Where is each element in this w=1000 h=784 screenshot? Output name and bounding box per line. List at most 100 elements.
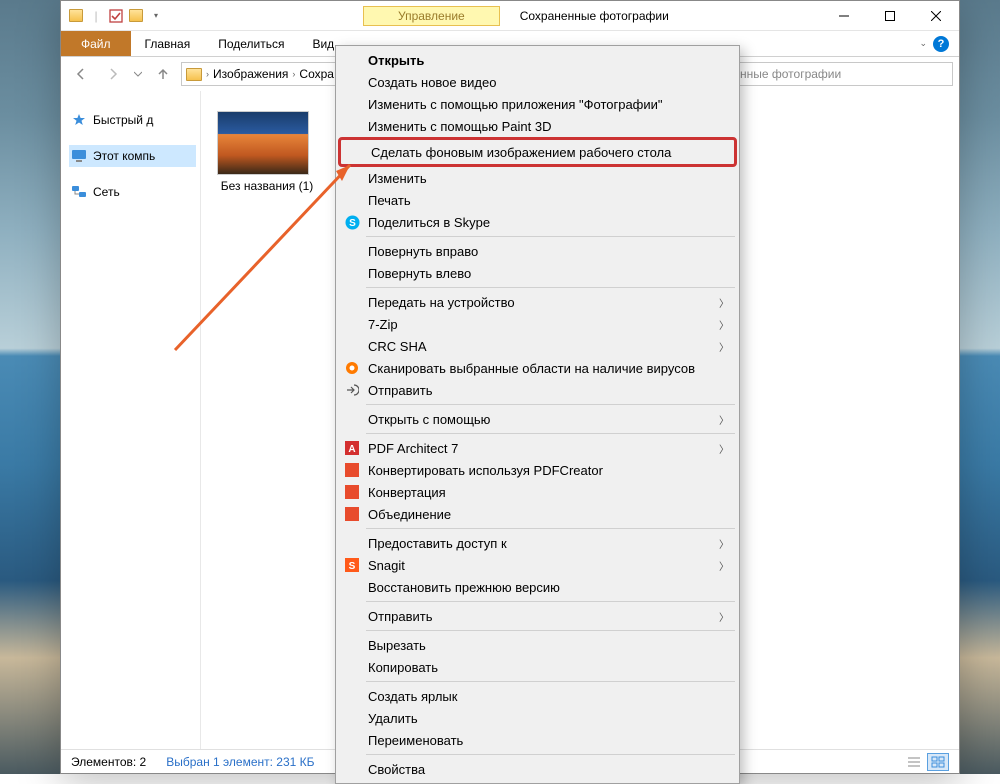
menu-open[interactable]: Открыть [338, 49, 737, 71]
menu-pdf-architect[interactable]: A PDF Architect 7〉 [338, 437, 737, 459]
nav-quick-access[interactable]: Быстрый д [69, 109, 196, 131]
chevron-right-icon: 〉 [719, 441, 729, 456]
menu-delete[interactable]: Удалить [338, 707, 737, 729]
menu-print[interactable]: Печать [338, 189, 737, 211]
new-folder-qat-icon[interactable] [129, 9, 143, 23]
svg-text:A: A [348, 444, 355, 455]
menu-share-skype[interactable]: S Поделиться в Skype [338, 211, 737, 233]
menu-rotate-left[interactable]: Повернуть влево [338, 262, 737, 284]
menu-edit[interactable]: Изменить [338, 167, 737, 189]
menu-separator [366, 681, 735, 682]
ribbon-tab-home[interactable]: Главная [131, 31, 205, 56]
menu-send-to[interactable]: Отправить〉 [338, 605, 737, 627]
menu-crcsha[interactable]: CRC SHA〉 [338, 335, 737, 357]
chevron-right-icon: 〉 [719, 295, 729, 310]
status-item-count: Элементов: 2 [71, 755, 146, 769]
menu-separator [366, 236, 735, 237]
chevron-right-icon: 〉 [719, 412, 729, 427]
monitor-icon [71, 148, 87, 164]
maximize-button[interactable] [867, 1, 913, 31]
menu-separator [366, 630, 735, 631]
skype-icon: S [344, 214, 360, 230]
share-icon [344, 382, 360, 398]
pdfcreator-icon [344, 462, 360, 478]
divider-icon: | [89, 9, 103, 23]
contextual-tab-label: Управление [363, 6, 500, 26]
menu-set-wallpaper[interactable]: Сделать фоновым изображением рабочего ст… [341, 141, 734, 163]
menu-open-with[interactable]: Открыть с помощью〉 [338, 408, 737, 430]
menu-create-shortcut[interactable]: Создать ярлык [338, 685, 737, 707]
menu-scan-virus[interactable]: Сканировать выбранные области на наличие… [338, 357, 737, 379]
menu-restore-version[interactable]: Восстановить прежнюю версию [338, 576, 737, 598]
menu-separator [366, 528, 735, 529]
menu-pdfcreator-convert2[interactable]: Конвертация [338, 481, 737, 503]
chevron-right-icon: 〉 [719, 339, 729, 354]
menu-new-video[interactable]: Создать новое видео [338, 71, 737, 93]
menu-7zip[interactable]: 7-Zip〉 [338, 313, 737, 335]
menu-cut[interactable]: Вырезать [338, 634, 737, 656]
search-placeholder: нные фотографии [740, 67, 841, 81]
menu-share[interactable]: Отправить [338, 379, 737, 401]
nav-forward-button[interactable] [99, 60, 127, 88]
menu-give-access[interactable]: Предоставить доступ к〉 [338, 532, 737, 554]
view-thumbnails-button[interactable] [927, 753, 949, 771]
file-label: Без названия (1) [217, 179, 317, 193]
nav-this-pc[interactable]: Этот компь [69, 145, 196, 167]
window-title: Сохраненные фотографии [520, 9, 669, 23]
menu-separator [366, 287, 735, 288]
help-icon[interactable]: ? [933, 36, 949, 52]
menu-separator [366, 601, 735, 602]
nav-history-dropdown[interactable] [131, 60, 145, 88]
snagit-icon: S [344, 557, 360, 573]
menu-edit-paint3d[interactable]: Изменить с помощью Paint 3D [338, 115, 737, 137]
star-icon [71, 112, 87, 128]
navigation-pane: Быстрый д Этот компь Сеть [61, 91, 201, 749]
svg-text:S: S [349, 218, 356, 229]
menu-properties[interactable]: Свойства [338, 758, 737, 780]
menu-edit-photos[interactable]: Изменить с помощью приложения "Фотографи… [338, 93, 737, 115]
breadcrumb-item[interactable]: Сохра [299, 67, 334, 81]
nav-label: Этот компь [93, 149, 155, 163]
pdfcreator-icon [344, 506, 360, 522]
menu-separator [366, 754, 735, 755]
titlebar: | ▾ Управление Сохраненные фотографии [61, 1, 959, 31]
context-menu: Открыть Создать новое видео Изменить с п… [335, 45, 740, 784]
minimize-button[interactable] [821, 1, 867, 31]
menu-snagit[interactable]: S Snagit〉 [338, 554, 737, 576]
menu-copy[interactable]: Копировать [338, 656, 737, 678]
ribbon-tab-file[interactable]: Файл [61, 31, 131, 56]
menu-rename[interactable]: Переименовать [338, 729, 737, 751]
breadcrumb-item[interactable]: Изображения [213, 67, 288, 81]
nav-back-button[interactable] [67, 60, 95, 88]
nav-network[interactable]: Сеть [69, 181, 196, 203]
close-button[interactable] [913, 1, 959, 31]
menu-pdfcreator-convert[interactable]: Конвертировать используя PDFCreator [338, 459, 737, 481]
menu-cast[interactable]: Передать на устройство〉 [338, 291, 737, 313]
network-icon [71, 184, 87, 200]
qat-dropdown-icon[interactable]: ▾ [149, 9, 163, 23]
menu-separator [366, 433, 735, 434]
menu-rotate-right[interactable]: Повернуть вправо [338, 240, 737, 262]
search-input[interactable]: нные фотографии [733, 62, 953, 86]
view-details-button[interactable] [903, 753, 925, 771]
properties-qat-icon[interactable] [109, 9, 123, 23]
thumbnail-icon [217, 111, 309, 175]
pdf-architect-icon: A [344, 440, 360, 456]
folder-icon [186, 66, 202, 82]
quick-access-toolbar: | ▾ [61, 9, 163, 23]
nav-label: Быстрый д [93, 113, 153, 127]
nav-up-button[interactable] [149, 60, 177, 88]
chevron-right-icon: 〉 [719, 317, 729, 332]
folder-icon [69, 9, 83, 23]
menu-pdfcreator-merge[interactable]: Объединение [338, 503, 737, 525]
chevron-right-icon: › [292, 69, 295, 79]
annotation-highlight: Сделать фоновым изображением рабочего ст… [338, 137, 737, 167]
ribbon-expand-icon[interactable]: ⌄ [919, 38, 927, 49]
ribbon-tab-share[interactable]: Поделиться [204, 31, 298, 56]
menu-separator [366, 404, 735, 405]
pdfcreator-icon [344, 484, 360, 500]
nav-label: Сеть [93, 185, 120, 199]
file-item[interactable]: Без названия (1) [217, 111, 317, 193]
antivirus-icon [344, 360, 360, 376]
chevron-right-icon: 〉 [719, 536, 729, 551]
